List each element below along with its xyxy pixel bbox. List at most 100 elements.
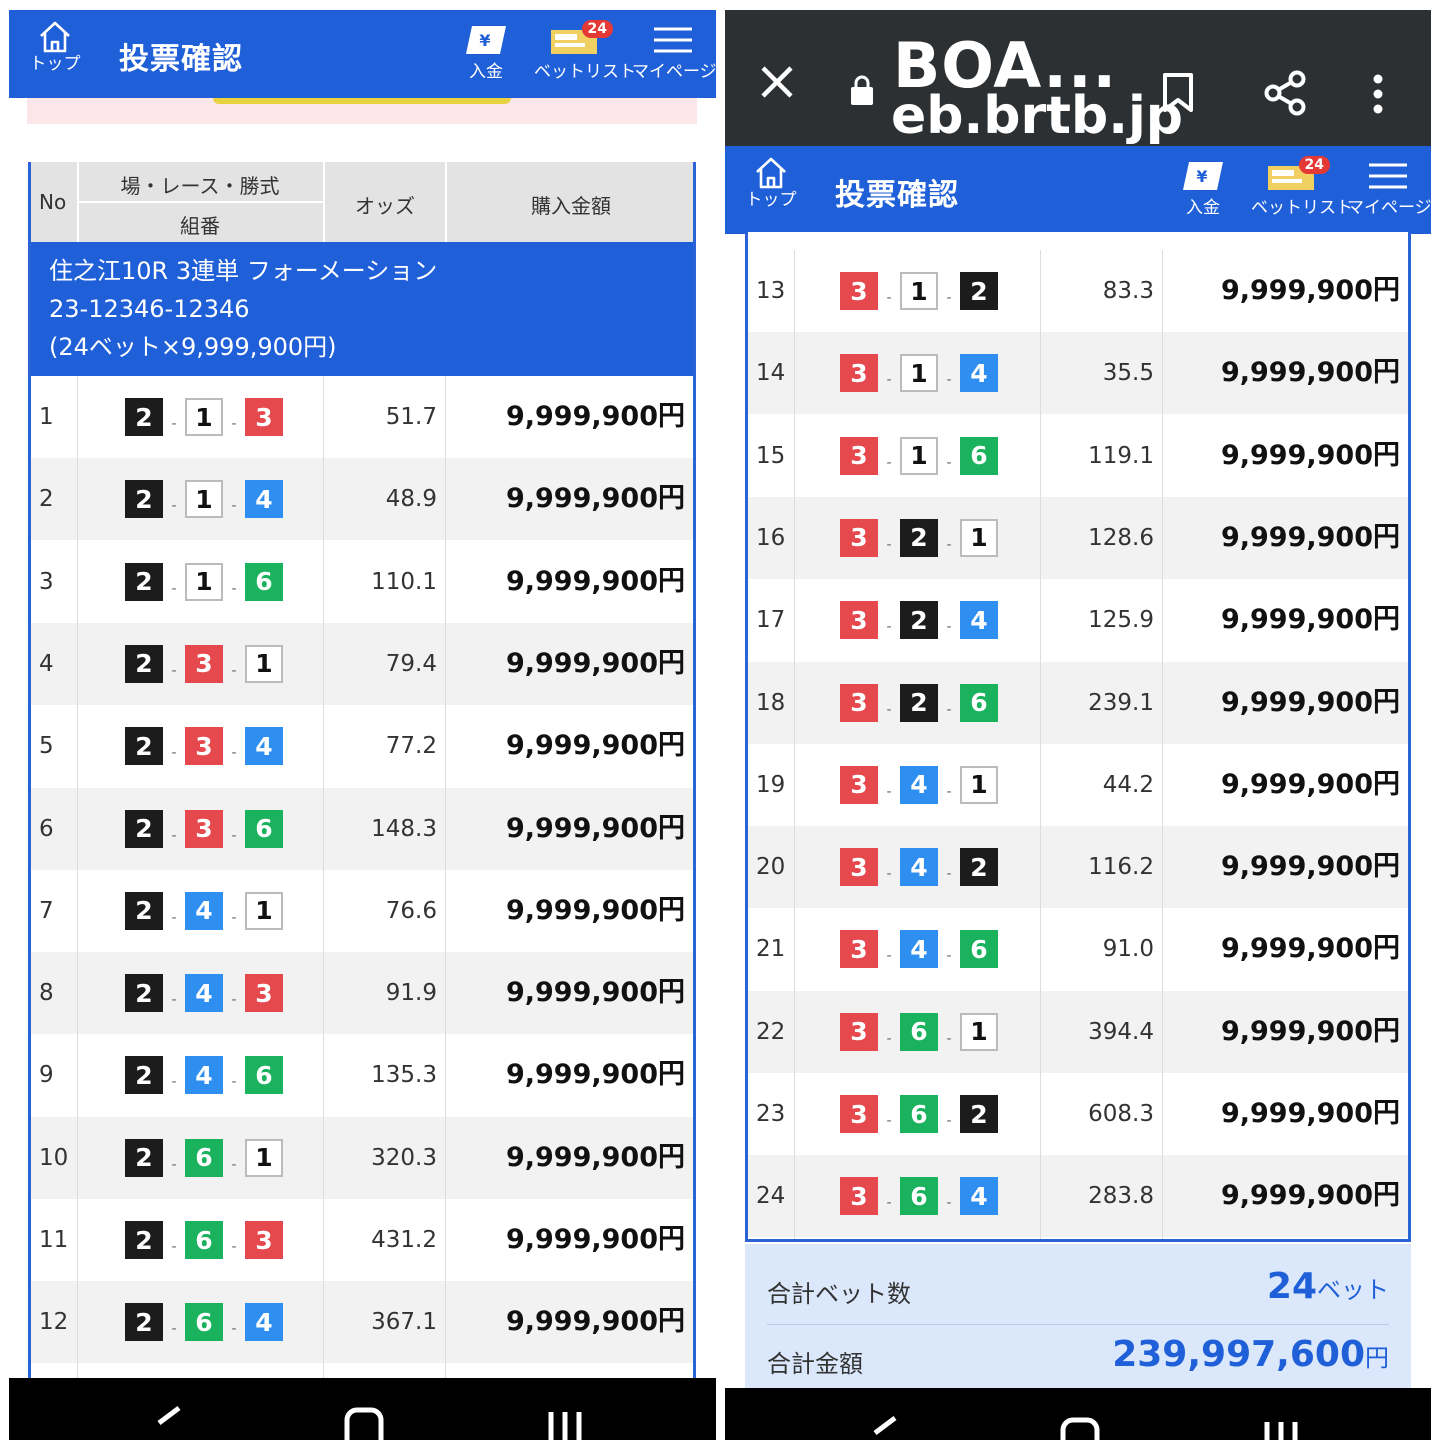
combo-separator: - (171, 909, 177, 926)
boat-number-badge: 1 (245, 891, 283, 930)
mypage-button[interactable]: マイページ (1347, 160, 1431, 218)
table-row: 8 2-4-3 91.9 9,999,900円 (31, 952, 693, 1035)
boat-number-badge: 6 (900, 1012, 938, 1051)
bet-combination: 3-4-2 (840, 848, 998, 887)
header-race: 場・レース・勝式 (120, 174, 280, 198)
mypage-button[interactable]: マイページ (632, 24, 716, 82)
boat-number-badge: 1 (900, 354, 938, 393)
boat-number-badge: 2 (125, 1138, 163, 1177)
boat-number-badge: 2 (900, 518, 938, 557)
svg-text:¥: ¥ (479, 31, 490, 50)
url-host[interactable]: BOA... (893, 35, 1117, 97)
table-row: 13 3-1-2 83.3 9,999,900円 (748, 250, 1408, 332)
bet-combination: 2-6-1 (125, 1138, 283, 1177)
total-count-label: 合計ベット数 (767, 1280, 911, 1308)
boat-number-badge: 2 (900, 683, 938, 722)
table-row: 14 3-1-4 35.5 9,999,900円 (748, 332, 1408, 415)
bet-combination: 2-4-3 (125, 974, 283, 1013)
combo-separator: - (946, 454, 952, 471)
home-nav-icon[interactable] (1059, 1416, 1101, 1440)
back-nav-icon[interactable] (869, 1416, 899, 1440)
boat-number-badge: 6 (185, 1303, 223, 1342)
betlist-button[interactable]: 24 ベットリスト (534, 20, 636, 82)
boat-number-badge: 4 (900, 765, 938, 804)
close-icon[interactable] (759, 64, 795, 100)
boat-number-badge: 6 (185, 1138, 223, 1177)
bet-combination: 2-4-6 (125, 1056, 283, 1095)
bet-odds: 320.3 (371, 1144, 437, 1171)
total-amount-value: 239,997,600円 (1112, 1334, 1389, 1375)
boat-number-badge: 4 (960, 601, 998, 640)
boat-number-badge: 4 (245, 480, 283, 519)
bet-odds: 135.3 (371, 1062, 437, 1089)
top-button[interactable]: トップ (741, 156, 801, 210)
betlist-badge: 24 (581, 20, 613, 38)
bet-combination: 3-2-4 (840, 601, 998, 640)
boat-number-badge: 3 (840, 354, 878, 393)
bet-combination: 2-1-3 (125, 398, 283, 436)
boat-number-badge: 6 (900, 1177, 938, 1216)
left-screenshot: トップ 投票確認 ¥ 入金 24 ベットリスト マイページ No 場・レース・勝… (9, 0, 716, 1440)
bet-odds: 91.0 (1102, 936, 1154, 963)
bet-number: 12 (39, 1309, 69, 1336)
bet-amount: 9,999,900円 (1220, 275, 1400, 306)
combo-separator: - (946, 866, 952, 883)
combo-separator: - (231, 992, 237, 1009)
deposit-button[interactable]: ¥ 入金 (464, 24, 508, 82)
boat-number-badge: 3 (185, 809, 223, 848)
more-vert-icon[interactable] (1371, 74, 1385, 114)
bet-number: 8 (39, 980, 54, 1007)
boat-number-badge: 3 (840, 436, 878, 475)
bookmark-icon[interactable] (1161, 72, 1195, 114)
deposit-button[interactable]: ¥ 入金 (1181, 160, 1225, 218)
boat-number-badge: 3 (245, 1221, 283, 1259)
back-nav-icon[interactable] (153, 1406, 183, 1440)
hamburger-icon (1369, 163, 1407, 189)
combo-separator: - (946, 701, 952, 718)
top-button[interactable]: トップ (25, 20, 85, 74)
boat-number-badge: 3 (840, 1012, 878, 1051)
boat-number-badge: 4 (900, 848, 938, 887)
bet-odds: 79.4 (385, 650, 437, 677)
table-row: 16 3-2-1 128.6 9,999,900円 (748, 496, 1408, 579)
boat-number-badge: 4 (960, 354, 998, 393)
svg-text:¥: ¥ (1196, 167, 1207, 186)
boat-number-badge: 6 (960, 930, 998, 969)
bet-number: 7 (39, 897, 54, 924)
bet-odds: 51.7 (385, 404, 437, 430)
browser-toolbar: BOA... eb.brtb.jp (725, 10, 1431, 146)
combo-separator: - (946, 783, 952, 800)
boat-number-badge: 3 (245, 974, 283, 1013)
recents-nav-icon[interactable] (545, 1406, 585, 1440)
combo-separator: - (946, 1195, 952, 1212)
boat-number-badge: 4 (185, 891, 223, 930)
combo-separator: - (886, 1195, 892, 1212)
betlist-button[interactable]: 24 ベットリスト (1251, 156, 1353, 218)
top-label: トップ (29, 54, 81, 74)
table-header: No 場・レース・勝式 組番 オッズ 購入金額 (31, 162, 693, 242)
table-row: 4 2-3-1 79.4 9,999,900円 (31, 622, 693, 705)
url-domain[interactable]: eb.brtb.jp (891, 90, 1183, 142)
bet-odds: 367.1 (371, 1309, 437, 1336)
boat-number-badge: 2 (125, 727, 163, 766)
recents-nav-icon[interactable] (1261, 1416, 1301, 1440)
bet-amount: 9,999,900円 (1220, 686, 1400, 718)
totals-panel: 合計ベット数 24ベット 合計金額 239,997,600円 (745, 1244, 1411, 1394)
home-icon (40, 21, 70, 53)
betlist-label: ベットリスト (1251, 198, 1353, 218)
bet-combination: 3-4-1 (840, 765, 998, 804)
bet-amount: 9,999,900円 (1220, 439, 1400, 471)
bet-odds: 128.6 (1088, 524, 1154, 551)
share-icon[interactable] (1263, 70, 1307, 116)
combo-separator: - (231, 1239, 237, 1255)
combo-separator: - (946, 1030, 952, 1047)
app-header: トップ 投票確認 ¥ 入金 24 ベットリスト マイページ (725, 146, 1431, 234)
combo-separator: - (171, 745, 177, 762)
home-nav-icon[interactable] (343, 1406, 385, 1440)
bet-combination: 3-6-1 (840, 1012, 998, 1051)
header-odds: オッズ (355, 194, 415, 218)
combo-separator: - (171, 1321, 177, 1338)
boat-number-badge: 2 (960, 1095, 998, 1133)
bet-number: 5 (39, 733, 54, 760)
mypage-label: マイページ (1347, 198, 1431, 218)
